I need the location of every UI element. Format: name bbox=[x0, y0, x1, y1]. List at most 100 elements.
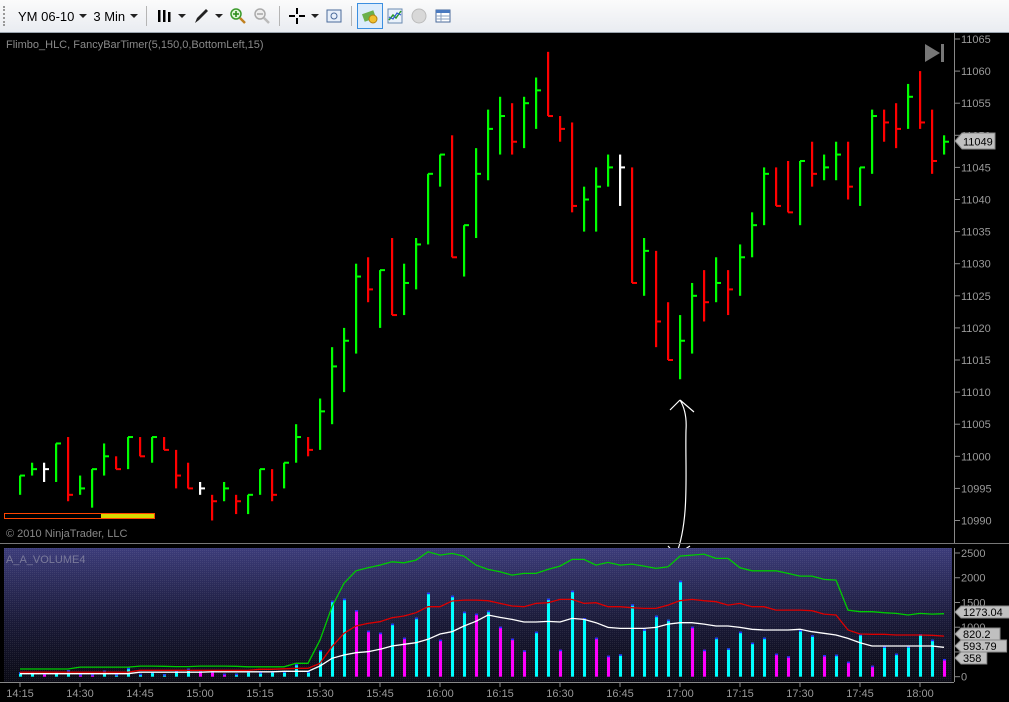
strategy-icon bbox=[362, 10, 378, 24]
instrument-selector[interactable]: YM 06-10 bbox=[15, 4, 90, 28]
volume-bar bbox=[31, 672, 34, 677]
volume-bar bbox=[715, 637, 718, 677]
data-box-button[interactable] bbox=[431, 4, 455, 28]
close-tick bbox=[932, 159, 937, 162]
strategy-button[interactable] bbox=[357, 3, 384, 29]
volume-bar bbox=[655, 615, 658, 677]
zoom-out-icon bbox=[254, 8, 271, 24]
volume-bar bbox=[139, 673, 142, 677]
close-tick bbox=[140, 455, 145, 458]
time-axis-label: 16:00 bbox=[426, 688, 454, 700]
volume-bar bbox=[679, 580, 682, 677]
close-tick bbox=[944, 140, 949, 143]
close-tick bbox=[428, 172, 433, 175]
indicator-label: Flimbo_HLC, FancyBarTimer(5,150,0,Bottom… bbox=[6, 39, 264, 51]
volume-value-marker: 1273.04 bbox=[954, 605, 1009, 619]
properties-button[interactable] bbox=[322, 4, 346, 28]
close-tick bbox=[848, 185, 853, 188]
interval-label: 3 Min bbox=[93, 8, 126, 24]
instrument-label: YM 06-10 bbox=[18, 8, 75, 24]
volume-bar bbox=[343, 598, 346, 677]
close-tick bbox=[632, 281, 637, 284]
volume-bar bbox=[367, 630, 370, 677]
volume-bar bbox=[331, 600, 334, 677]
price-axis-label: 11045 bbox=[961, 162, 991, 174]
volume-bar bbox=[907, 646, 910, 677]
close-tick bbox=[812, 172, 817, 175]
time-axis-label: 15:15 bbox=[246, 688, 274, 700]
volume-bar bbox=[115, 674, 118, 677]
close-tick bbox=[56, 442, 61, 445]
volume-bar bbox=[775, 653, 778, 677]
crosshair-button[interactable] bbox=[285, 4, 322, 28]
price-axis-label: 11005 bbox=[961, 419, 991, 431]
close-tick bbox=[464, 224, 469, 227]
price-axis-label: 11015 bbox=[961, 355, 991, 367]
volume-bar bbox=[799, 630, 802, 677]
volume-panel-title: A_A_VOLUME4 bbox=[6, 554, 85, 566]
indicators-button[interactable] bbox=[383, 4, 407, 28]
volume-bar bbox=[823, 655, 826, 677]
volume-bar bbox=[235, 673, 238, 677]
price-axis-label: 11040 bbox=[961, 195, 991, 207]
bar-timer-fill bbox=[101, 514, 154, 518]
close-tick bbox=[776, 204, 781, 207]
chart-canvas[interactable]: Flimbo_HLC, FancyBarTimer(5,150,0,Bottom… bbox=[0, 33, 1009, 702]
time-axis-label: 17:30 bbox=[786, 688, 814, 700]
price-axis-label: 11055 bbox=[961, 98, 991, 110]
volume-bar bbox=[547, 598, 550, 677]
interval-selector[interactable]: 3 Min bbox=[90, 4, 141, 28]
time-axis-label: 16:45 bbox=[606, 688, 634, 700]
bar-type-icon bbox=[158, 10, 171, 22]
time-axis-label: 17:00 bbox=[666, 688, 694, 700]
time-axis-label: 18:00 bbox=[906, 688, 934, 700]
price-axis-label: 11060 bbox=[961, 66, 991, 78]
close-tick bbox=[356, 275, 361, 278]
close-tick bbox=[344, 339, 349, 342]
volume-bar bbox=[463, 611, 466, 677]
volume-bar bbox=[379, 632, 382, 677]
volume-axis-label: 2000 bbox=[961, 573, 985, 585]
close-tick bbox=[764, 172, 769, 175]
close-tick bbox=[104, 455, 109, 458]
close-tick bbox=[860, 166, 865, 169]
close-tick bbox=[896, 127, 901, 130]
price-axis-label: 11035 bbox=[961, 227, 991, 239]
last-price-marker: 11049 bbox=[954, 132, 996, 150]
volume-bar bbox=[439, 639, 442, 677]
close-tick bbox=[212, 500, 217, 503]
close-tick bbox=[200, 487, 205, 490]
drawing-tool-button[interactable] bbox=[189, 4, 226, 28]
bar-type-button[interactable] bbox=[152, 4, 189, 28]
volume-bar bbox=[607, 655, 610, 677]
close-tick bbox=[92, 468, 97, 471]
volume-bar bbox=[643, 629, 646, 677]
close-tick bbox=[536, 89, 541, 92]
close-tick bbox=[452, 256, 457, 259]
volume-bar bbox=[259, 672, 262, 677]
indicator-icon bbox=[387, 8, 403, 24]
volume-bar bbox=[703, 649, 706, 677]
close-tick bbox=[788, 211, 793, 214]
volume-bar bbox=[931, 639, 934, 677]
volume-bar bbox=[307, 671, 310, 677]
zoom-out-button[interactable] bbox=[250, 4, 274, 28]
properties-icon bbox=[326, 9, 342, 23]
volume-bar bbox=[739, 631, 742, 677]
volume-bar bbox=[295, 663, 298, 677]
close-tick bbox=[548, 115, 553, 118]
close-tick bbox=[608, 166, 613, 169]
volume-bar bbox=[847, 661, 850, 677]
close-tick bbox=[248, 493, 253, 496]
volume-value-label: 593.79 bbox=[963, 641, 997, 653]
close-tick bbox=[20, 474, 25, 477]
volume-bar bbox=[163, 674, 166, 677]
volume-bar bbox=[667, 619, 670, 677]
currency-button[interactable] bbox=[407, 4, 431, 28]
toolbar-grip[interactable] bbox=[3, 6, 9, 26]
volume-bar bbox=[871, 665, 874, 677]
volume-bar bbox=[811, 635, 814, 677]
zoom-in-button[interactable] bbox=[226, 4, 250, 28]
close-tick bbox=[668, 359, 673, 361]
close-tick bbox=[560, 127, 565, 130]
